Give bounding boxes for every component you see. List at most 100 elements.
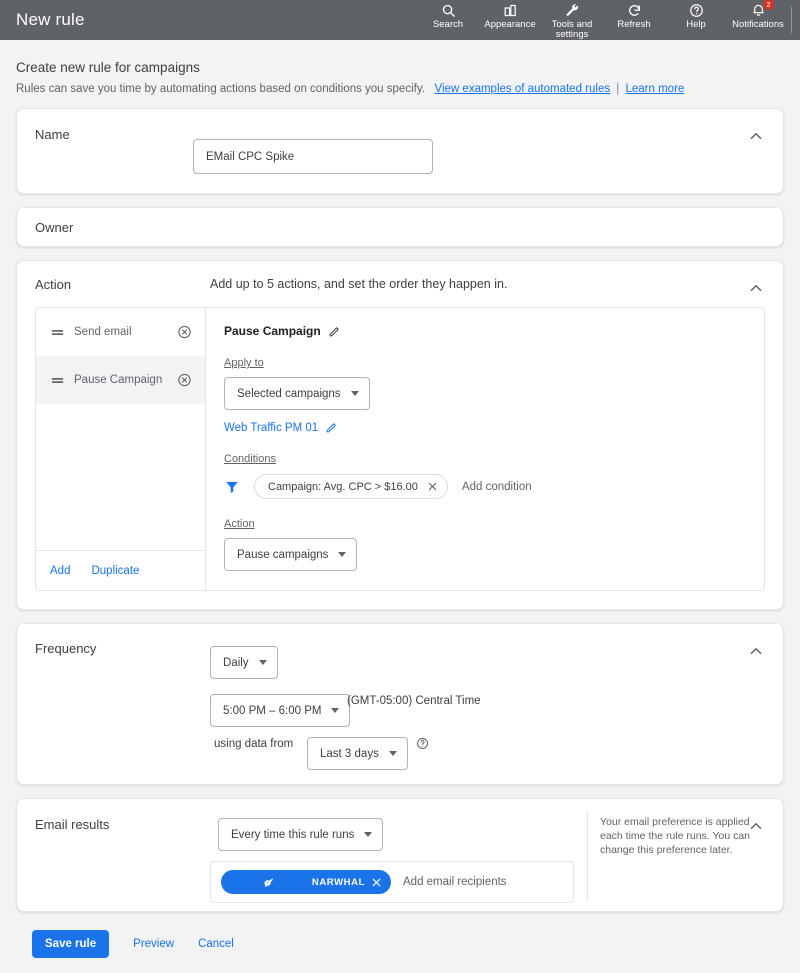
selected-campaign-link[interactable]: Web Traffic PM 01 xyxy=(224,421,746,434)
action-editor: Send email Pause Campaign Add Duplicate … xyxy=(35,307,765,591)
action-select[interactable]: Pause campaigns xyxy=(224,538,358,571)
duplicate-action-link[interactable]: Duplicate xyxy=(91,565,139,577)
toolbar-item-search[interactable]: Search xyxy=(417,0,479,30)
toolbar-item-tools-and-settings[interactable]: Tools and settings xyxy=(541,0,603,40)
toolbar-label-notifications: Notifications xyxy=(732,19,784,30)
frequency-value: Daily xyxy=(223,656,249,669)
email-frequency-value: Every time this rule runs xyxy=(231,828,355,841)
apply-to-label: Apply to xyxy=(224,357,264,369)
edit-action-title-pencil-icon[interactable] xyxy=(328,325,341,338)
remove-recipient-close-icon[interactable] xyxy=(371,877,382,888)
page-title-bar: New rule xyxy=(16,10,85,29)
apply-to-select[interactable]: Selected campaigns xyxy=(224,377,370,410)
chevron-down-icon xyxy=(331,708,340,713)
frequency-card: Frequency Daily 5:00 PM – 6:00 PM (GMT-0… xyxy=(16,623,784,785)
drag-handle-icon[interactable] xyxy=(50,325,66,340)
cancel-button[interactable]: Cancel xyxy=(198,938,234,950)
action-select-value: Pause campaigns xyxy=(237,548,329,561)
frequency-card-label: Frequency xyxy=(35,641,97,656)
recipient-chip-narwhal[interactable]: NARWHAL xyxy=(221,870,391,894)
condition-chip[interactable]: Campaign: Avg. CPC > $16.00 xyxy=(254,474,448,499)
action-card-label: Action xyxy=(35,277,72,292)
page-subheading-text: Rules can save you time by automating ac… xyxy=(16,83,425,95)
action-list-item-send-email[interactable]: Send email xyxy=(36,308,205,356)
time-range-value: 5:00 PM – 6:00 PM xyxy=(223,704,322,717)
condition-chip-label: Campaign: Avg. CPC > $16.00 xyxy=(268,480,418,493)
name-card-label: Name xyxy=(35,127,70,142)
timezone-label: (GMT-05:00) Central Time xyxy=(347,695,481,707)
email-recipients-field[interactable]: NARWHAL Add email recipients xyxy=(210,861,574,903)
filter-funnel-icon[interactable] xyxy=(224,479,240,495)
frequency-select[interactable]: Daily xyxy=(210,646,278,679)
email-frequency-select[interactable]: Every time this rule runs xyxy=(218,818,384,851)
rule-name-input[interactable] xyxy=(193,139,433,174)
recipient-chip-label: NARWHAL xyxy=(311,876,365,888)
narwhal-logo-icon xyxy=(231,875,306,890)
action-detail-panel: Pause Campaign Apply to Selected campaig… xyxy=(206,308,764,590)
appearance-icon xyxy=(503,2,518,19)
collapse-action-card-chevron-up-icon[interactable] xyxy=(747,279,765,297)
appbar-tools: Search Appearance Tools and settings Ref… xyxy=(417,0,792,40)
action-detail-title-row: Pause Campaign xyxy=(224,324,746,338)
action-card-hint: Add up to 5 actions, and set the order t… xyxy=(210,277,508,291)
email-preference-note: Your email preference is applied each ti… xyxy=(600,816,751,856)
page-heading: Create new rule for campaigns xyxy=(16,60,200,75)
page-content: Create new rule for campaigns Rules can … xyxy=(0,40,800,958)
notifications-badge: 2 xyxy=(763,0,774,10)
chevron-down-icon xyxy=(364,832,373,837)
toolbar-label-help: Help xyxy=(686,19,706,30)
toolbar-label-tools-and-settings: Tools and settings xyxy=(551,19,593,40)
search-icon xyxy=(441,2,456,19)
toolbar-item-help[interactable]: Help xyxy=(665,0,727,30)
toolbar-item-refresh[interactable]: Refresh xyxy=(603,0,665,30)
toolbar-label-search: Search xyxy=(432,19,464,30)
remove-condition-close-icon[interactable] xyxy=(427,481,438,492)
action-list-footer: Add Duplicate xyxy=(36,550,205,590)
time-range-select[interactable]: 5:00 PM – 6:00 PM xyxy=(210,694,351,727)
data-range-value: Last 3 days xyxy=(320,747,379,760)
refresh-icon xyxy=(627,2,642,19)
link-learn-more[interactable]: Learn more xyxy=(626,83,685,95)
toolbar-label-appearance: Appearance xyxy=(484,19,536,30)
action-card-header: Action Add up to 5 actions, and set the … xyxy=(17,261,783,307)
wrench-icon xyxy=(565,2,580,19)
action-field-label: Action xyxy=(224,518,255,530)
chevron-down-icon xyxy=(350,391,359,396)
collapse-frequency-card-chevron-up-icon[interactable] xyxy=(747,642,765,660)
toolbar-label-refresh: Refresh xyxy=(617,19,651,30)
email-recipients-placeholder[interactable]: Add email recipients xyxy=(403,876,507,888)
apply-to-value: Selected campaigns xyxy=(237,387,341,400)
email-card-divider xyxy=(587,811,588,901)
action-detail-title: Pause Campaign xyxy=(224,324,321,338)
conditions-row: Campaign: Avg. CPC > $16.00 Add conditio… xyxy=(224,474,746,499)
appbar-divider xyxy=(791,7,792,33)
link-view-examples[interactable]: View examples of automated rules xyxy=(435,83,611,95)
data-range-help-icon[interactable] xyxy=(416,737,429,750)
action-list-item-label: Pause Campaign xyxy=(74,374,163,386)
add-action-link[interactable]: Add xyxy=(50,565,70,577)
toolbar-item-appearance[interactable]: Appearance xyxy=(479,0,541,30)
conditions-label: Conditions xyxy=(224,453,276,465)
remove-action-close-icon[interactable] xyxy=(177,373,192,388)
selected-campaign-label: Web Traffic PM 01 xyxy=(224,421,319,434)
action-card: Action Add up to 5 actions, and set the … xyxy=(16,260,784,610)
edit-campaign-pencil-icon[interactable] xyxy=(325,421,338,434)
preview-button[interactable]: Preview xyxy=(133,938,174,950)
toolbar-item-notifications[interactable]: 2 Notifications xyxy=(727,0,789,30)
email-results-card-label: Email results xyxy=(35,817,110,832)
add-condition-link[interactable]: Add condition xyxy=(462,481,532,493)
email-results-card: Email results Every time this rule runs … xyxy=(16,798,784,912)
action-list: Send email Pause Campaign Add Duplicate xyxy=(36,308,206,590)
using-data-from-label: using data from xyxy=(214,738,294,750)
save-rule-button[interactable]: Save rule xyxy=(32,930,110,958)
drag-handle-icon[interactable] xyxy=(50,373,66,388)
collapse-name-card-chevron-up-icon[interactable] xyxy=(747,127,765,145)
help-icon xyxy=(689,2,704,19)
app-bar: New rule Search Appearance Tools and set… xyxy=(0,0,800,40)
action-list-item-label: Send email xyxy=(74,326,132,338)
remove-action-close-icon[interactable] xyxy=(177,325,192,340)
owner-card[interactable]: Owner xyxy=(16,207,784,247)
page-subheading: Rules can save you time by automating ac… xyxy=(16,75,784,95)
action-list-item-pause-campaign[interactable]: Pause Campaign xyxy=(36,356,205,404)
data-range-select[interactable]: Last 3 days xyxy=(307,737,408,770)
